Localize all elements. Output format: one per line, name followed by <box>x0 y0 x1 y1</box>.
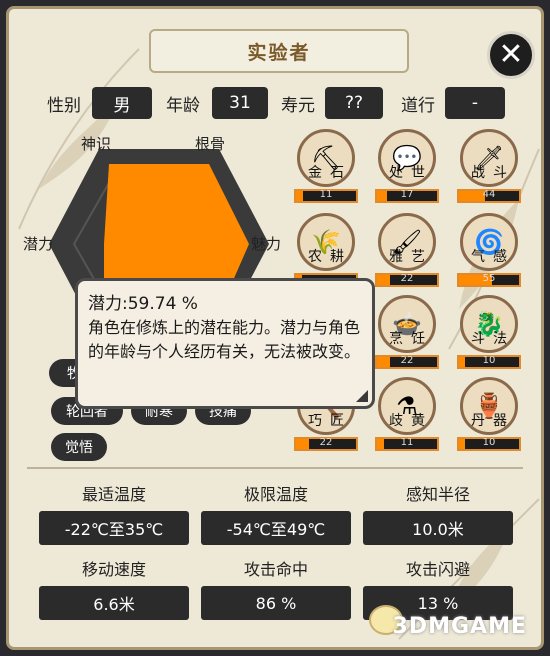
stat-value: 10.0米 <box>363 511 513 545</box>
age-label: 年龄 <box>166 96 200 116</box>
skill-badge: 🌾 农耕 <box>297 213 355 271</box>
stat-value: -22℃至35℃ <box>39 511 189 545</box>
skill-value: 22 <box>319 437 333 448</box>
skill-item[interactable]: 🌀 气感 55 <box>457 213 521 287</box>
title-banner: 实验者 <box>149 29 409 73</box>
skill-badge: 🌀 气感 <box>460 213 518 271</box>
skill-progress-bar: 11 <box>375 437 439 451</box>
skill-value: 10 <box>482 355 496 366</box>
skill-name: 战斗 <box>471 165 515 181</box>
stat-label: 攻击命中 <box>243 560 308 579</box>
stat-value: 86 % <box>201 586 351 620</box>
skill-badge: 🐉 斗法 <box>460 295 518 353</box>
skill-progress-bar: 10 <box>457 355 521 369</box>
skill-value: 22 <box>400 355 414 366</box>
skill-progress-bar: 44 <box>457 189 521 203</box>
lifespan-value: ?? <box>325 87 383 119</box>
skill-progress-bar: 11 <box>294 189 358 203</box>
skill-name: 处世 <box>389 165 433 181</box>
skill-badge: 💬 处世 <box>378 129 436 187</box>
stat-label: 极限温度 <box>243 485 308 504</box>
skill-name: 气感 <box>471 249 515 265</box>
attr-label-top-left: 神识 <box>81 135 112 153</box>
watermark: 3DMGAME <box>392 614 527 639</box>
skill-name: 歧黄 <box>389 413 433 429</box>
gender-value: 男 <box>92 87 152 119</box>
attribute-tooltip: 潜力:59.74 % 角色在修炼上的潜在能力。潜力与角色的年龄与个人经历有关，无… <box>75 278 375 409</box>
skill-name: 雅艺 <box>389 249 433 265</box>
skill-progress-bar: 22 <box>294 437 358 451</box>
skill-item[interactable]: ⛏ 金石 11 <box>294 129 358 203</box>
skill-badge: 🖌 雅艺 <box>378 213 436 271</box>
skill-value: 22 <box>400 273 414 284</box>
skill-progress-bar: 22 <box>375 355 439 369</box>
stat-label: 移动速度 <box>81 560 146 579</box>
skill-value: 55 <box>482 273 496 284</box>
cultivation-label: 道行 <box>401 96 435 116</box>
stat-label: 最适温度 <box>81 485 146 504</box>
skill-name: 金石 <box>308 165 352 181</box>
attr-label-top-right: 根骨 <box>195 135 226 153</box>
section-divider <box>27 467 523 469</box>
tooltip-title: 潜力:59.74 % <box>88 294 198 314</box>
close-button[interactable]: ✕ <box>487 31 535 79</box>
skill-progress-bar: 22 <box>375 273 439 287</box>
skill-value: 44 <box>482 189 496 200</box>
skill-badge: 🏺 丹器 <box>460 377 518 435</box>
skill-badge: ⚗ 歧黄 <box>378 377 436 435</box>
attr-label-right: 魅力 <box>251 235 282 253</box>
skill-badge: 🗡 战斗 <box>460 129 518 187</box>
lifespan-label: 寿元 <box>281 96 315 116</box>
stat-label: 感知半径 <box>405 485 470 504</box>
skill-name: 斗法 <box>471 331 515 347</box>
trait-tag[interactable]: 觉悟 <box>51 433 107 461</box>
skill-value: 17 <box>400 189 414 200</box>
skill-name: 丹器 <box>471 413 515 429</box>
skill-item[interactable]: ⚗ 歧黄 11 <box>375 377 439 451</box>
character-name: 实验者 <box>247 41 311 64</box>
skill-progress-bar: 55 <box>457 273 521 287</box>
skill-name: 烹饪 <box>389 331 433 347</box>
skill-badge: ⛏ 金石 <box>297 129 355 187</box>
cultivation-value: - <box>445 87 505 119</box>
skill-value: 11 <box>319 189 333 200</box>
character-panel: 实验者 ✕ 性别 男 年龄 31 寿元 ?? 道行 - 神识 根骨 潜力 魅力 … <box>6 6 544 650</box>
tooltip-description: 角色在修炼上的潜在能力。潜力与角色的年龄与个人经历有关，无法被改变。 <box>88 318 361 361</box>
skill-item[interactable]: 🗡 战斗 44 <box>457 129 521 203</box>
skill-value: 10 <box>482 437 496 448</box>
skill-value: 11 <box>400 437 414 448</box>
skill-item[interactable]: 🖌 雅艺 22 <box>375 213 439 287</box>
skill-item[interactable]: 🐉 斗法 10 <box>457 295 521 369</box>
attr-label-left: 潜力 <box>23 235 54 253</box>
skill-item[interactable]: 🌾 农耕 <box>294 213 358 287</box>
skill-name: 农耕 <box>308 249 352 265</box>
skill-item[interactable]: 🍲 烹饪 22 <box>375 295 439 369</box>
skill-badge: 🍲 烹饪 <box>378 295 436 353</box>
stat-value: 6.6米 <box>39 586 189 620</box>
skill-progress-bar: 17 <box>375 189 439 203</box>
stat-label: 攻击闪避 <box>405 560 470 579</box>
stat-value: -54℃至49℃ <box>201 511 351 545</box>
age-value: 31 <box>212 87 268 119</box>
skill-progress-bar: 10 <box>457 437 521 451</box>
close-icon: ✕ <box>498 37 524 72</box>
gender-label: 性别 <box>47 96 81 116</box>
skill-name: 巧匠 <box>308 413 352 429</box>
skill-item[interactable]: 💬 处世 17 <box>375 129 439 203</box>
skill-item[interactable]: 🏺 丹器 10 <box>457 377 521 451</box>
tooltip-corner-icon <box>356 390 368 402</box>
